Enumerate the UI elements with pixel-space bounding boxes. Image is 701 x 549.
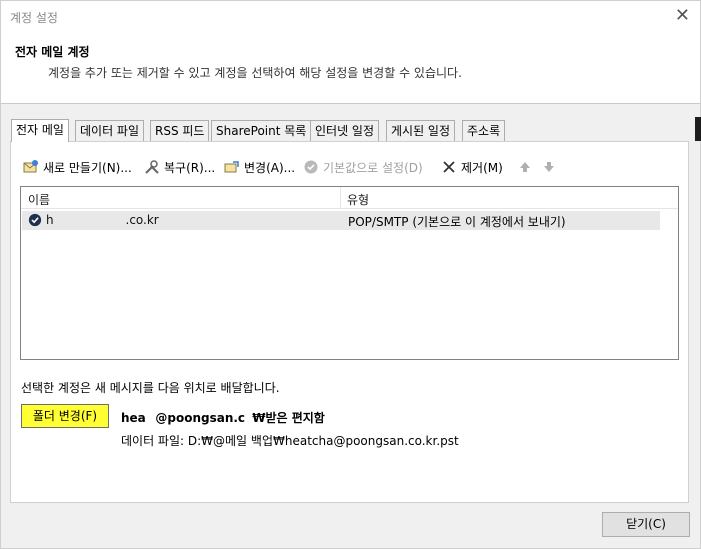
close-window-icon[interactable]: ✕: [675, 5, 690, 26]
remove-x-icon: [443, 161, 455, 173]
delivery-folder-path: hea @poongsan.c ₩받은 편지함: [121, 411, 325, 425]
tab-email[interactable]: 전자 메일: [11, 119, 69, 142]
set-default-button[interactable]: 기본값으로 설정(D): [303, 158, 423, 178]
default-account-check-icon: [28, 213, 42, 227]
tab-data-files[interactable]: 데이터 파일: [75, 120, 145, 141]
remove-button[interactable]: 제거(M): [441, 158, 503, 178]
new-account-icon: [23, 160, 38, 173]
arrow-up-icon: [520, 162, 530, 172]
bottom-bar: [1, 505, 700, 548]
tab-sharepoint-lists[interactable]: SharePoint 목록: [211, 120, 312, 141]
column-header-type[interactable]: 유형: [347, 191, 369, 208]
tab-address-books[interactable]: 주소록: [462, 120, 506, 141]
tab-internet-calendars[interactable]: 인터넷 일정: [310, 120, 380, 141]
repair-button[interactable]: 복구(R)...: [144, 158, 215, 178]
change-label: 변경(A)...: [244, 161, 296, 175]
email-tab-panel: 새로 만들기(N)... 복구(R)... 변경(A)... 기본값으로 설정(…: [10, 141, 689, 503]
repair-label: 복구(R)...: [164, 161, 216, 175]
window-title: 계정 설정: [10, 11, 58, 25]
move-up-button[interactable]: [517, 158, 537, 178]
checkmark-circle-icon: [304, 160, 318, 174]
change-account-icon: [224, 161, 239, 173]
change-button[interactable]: 변경(A)...: [224, 158, 295, 178]
title-bar: 계정 설정 ✕: [1, 1, 700, 31]
remove-label: 제거(M): [461, 161, 503, 175]
new-account-label: 새로 만들기(N)...: [43, 161, 132, 175]
header-description: 계정을 추가 또는 제거할 수 있고 계정을 선택하여 해당 설정을 변경할 수…: [48, 66, 462, 80]
column-divider[interactable]: [340, 187, 341, 208]
tab-published-calendars[interactable]: 게시된 일정: [386, 120, 456, 141]
delivery-description: 선택한 계정은 새 메시지를 다음 위치로 배달합니다.: [21, 381, 280, 395]
set-default-label: 기본값으로 설정(D): [323, 161, 423, 175]
repair-tools-icon: [145, 160, 159, 174]
background-window-edge: [695, 117, 701, 141]
new-account-button[interactable]: 새로 만들기(N)...: [23, 158, 132, 178]
close-button[interactable]: 닫기(C): [602, 512, 690, 537]
account-row[interactable]: h .co.kr POP/SMTP (기본으로 이 계정에서 보내기): [22, 211, 660, 230]
account-list[interactable]: 이름 유형 h .co.kr POP/SMTP (기본으로 이 계정에서 보내기…: [20, 186, 679, 360]
header-panel: 전자 메일 계정 계정을 추가 또는 제거할 수 있고 계정을 선택하여 해당 …: [1, 31, 700, 104]
column-header-name[interactable]: 이름: [28, 191, 50, 208]
account-type: POP/SMTP (기본으로 이 계정에서 보내기): [348, 215, 566, 229]
header-title: 전자 메일 계정: [15, 45, 90, 59]
list-header: 이름 유형: [21, 187, 678, 209]
move-down-button[interactable]: [541, 158, 561, 178]
arrow-down-icon: [544, 162, 554, 172]
tab-rss-feeds[interactable]: RSS 피드: [150, 120, 210, 141]
change-folder-button[interactable]: 폴더 변경(F): [21, 404, 109, 428]
account-name: h .co.kr: [46, 213, 159, 227]
account-settings-window: 계정 설정 ✕ 전자 메일 계정 계정을 추가 또는 제거할 수 있고 계정을 …: [0, 0, 701, 549]
data-file-path: 데이터 파일: D:₩@메일 백업₩heatcha@poongsan.co.kr…: [121, 434, 459, 448]
account-toolbar: 새로 만들기(N)... 복구(R)... 변경(A)... 기본값으로 설정(…: [21, 158, 681, 178]
